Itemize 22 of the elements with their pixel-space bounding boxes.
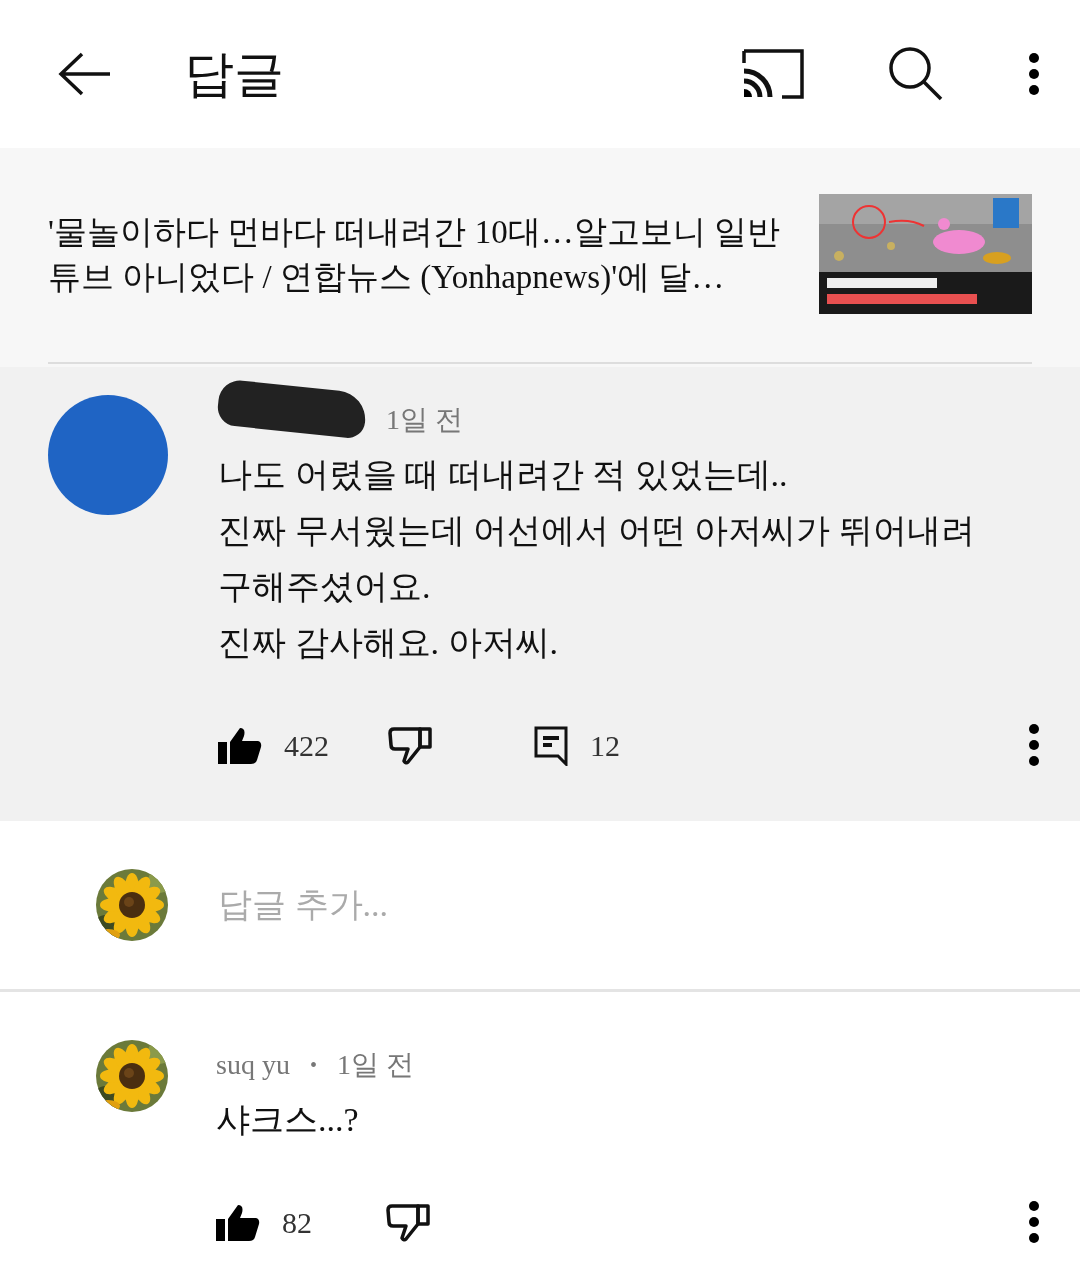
thumbs-up-icon <box>216 1205 260 1241</box>
more-icon[interactable] <box>1028 722 1040 767</box>
cast-icon[interactable] <box>742 49 804 99</box>
author-name[interactable]: suq yu <box>216 1049 290 1081</box>
comment-text: 샤크스...? <box>216 1100 360 1140</box>
replies-button[interactable]: 12 <box>534 726 620 766</box>
separator: • <box>309 1053 317 1077</box>
search-icon[interactable] <box>888 46 944 102</box>
thumbs-down-icon <box>386 1204 430 1242</box>
comment-icon <box>534 726 568 766</box>
thumbs-up-icon <box>218 728 262 764</box>
more-icon[interactable] <box>1028 1199 1040 1244</box>
thumbs-down-icon <box>388 727 432 765</box>
back-icon[interactable] <box>58 52 112 96</box>
comment-date: 1일 전 <box>336 1048 414 1082</box>
like-button[interactable]: 82 <box>216 1205 386 1241</box>
comment-text: 나도 어렸을 때 떠내려간 적 있었는데.. 진짜 무서웠는데 어선에서 어떤 아저씨가 뛰어내려 구해주셨어요. 진짜 감사해요. 아저씨. <box>218 455 976 663</box>
reply-field[interactable]: 답글 추가... <box>216 885 820 925</box>
more-icon[interactable] <box>1028 52 1040 96</box>
comment-date: 1일 전 <box>386 403 463 437</box>
page-title: 답글 <box>184 44 285 104</box>
like-button[interactable]: 422 <box>218 728 388 764</box>
